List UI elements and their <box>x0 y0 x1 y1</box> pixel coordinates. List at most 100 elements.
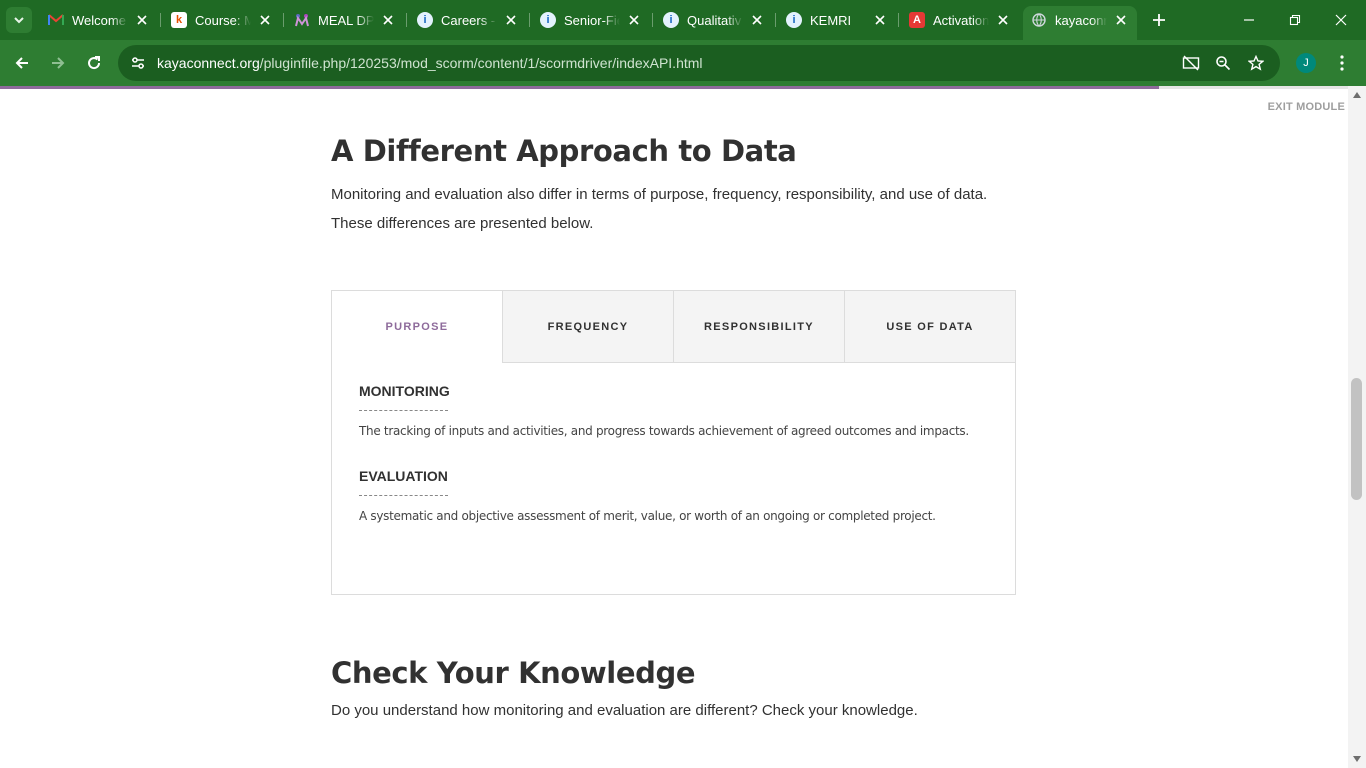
tab-use-of-data[interactable]: USE OF DATA <box>844 291 1015 363</box>
browser-toolbar: kayaconnect.org/pluginfile.php/120253/mo… <box>0 40 1366 86</box>
restore-button[interactable] <box>1272 0 1318 40</box>
scroll-thumb[interactable] <box>1351 378 1362 500</box>
kaya-icon: k <box>171 12 187 28</box>
browser-tab[interactable]: MEAL DPro <box>286 6 404 34</box>
camera-blocked-icon[interactable] <box>1179 51 1203 75</box>
tab-strip: Welcome k Course: M MEAL DPro i Careers … <box>0 0 1366 40</box>
browser-tab[interactable]: Welcome <box>40 6 158 34</box>
arrow-left-icon <box>15 57 28 69</box>
scroll-up-arrow-icon[interactable] <box>1353 92 1361 98</box>
address-bar[interactable]: kayaconnect.org/pluginfile.php/120253/mo… <box>118 45 1280 81</box>
scroll-down-arrow-icon[interactable] <box>1353 756 1361 762</box>
definition-entry: EVALUATION A systematic and objective as… <box>359 468 999 523</box>
reload-button[interactable] <box>79 48 109 78</box>
tab-title: Qualitativ <box>687 12 742 28</box>
bookmark-star-icon[interactable] <box>1244 51 1268 75</box>
url-path: /pluginfile.php/120253/mod_scorm/content… <box>259 55 703 71</box>
tab-title: kayaconn <box>1055 12 1107 28</box>
tab-separator <box>775 13 776 27</box>
url-text[interactable]: kayaconnect.org/pluginfile.php/120253/mo… <box>157 55 703 71</box>
info-icon: i <box>417 12 433 28</box>
tab-separator <box>529 13 530 27</box>
close-icon[interactable] <box>257 12 273 28</box>
chevron-down-icon <box>14 17 24 24</box>
tab-title: KEMRI <box>810 12 852 28</box>
new-tab-button[interactable] <box>1147 8 1171 32</box>
knowledge-title: Check Your Knowledge <box>331 656 696 690</box>
tab-responsibility[interactable]: RESPONSIBILITY <box>673 291 844 363</box>
more-vertical-icon <box>1340 55 1344 71</box>
tabs-interaction: PURPOSE FREQUENCY RESPONSIBILITY USE OF … <box>331 290 1016 595</box>
page-scrollbar[interactable] <box>1348 86 1366 768</box>
tab-title: Welcome <box>72 12 126 28</box>
tab-title: Activation <box>933 12 989 28</box>
tab-purpose[interactable]: PURPOSE <box>332 291 502 363</box>
gmail-icon <box>48 12 64 28</box>
arrow-right-icon <box>52 57 65 69</box>
term-heading: MONITORING <box>359 383 450 399</box>
browser-tab[interactable]: i Careers - <box>409 6 527 34</box>
tabs-header: PURPOSE FREQUENCY RESPONSIBILITY USE OF … <box>332 291 1015 363</box>
minimize-button[interactable] <box>1226 0 1272 40</box>
definition-entry: MONITORING The tracking of inputs and ac… <box>359 383 999 438</box>
browser-tab[interactable]: k Course: M <box>163 6 281 34</box>
info-icon: i <box>786 12 802 28</box>
meal-dpro-icon <box>294 12 310 28</box>
term-definition: The tracking of inputs and activities, a… <box>359 424 969 438</box>
browser-menu-button[interactable] <box>1330 50 1354 76</box>
close-icon <box>1335 14 1347 26</box>
browser-tab[interactable]: i KEMRI <box>778 6 896 34</box>
lesson-progress-fill <box>0 86 1160 89</box>
close-window-button[interactable] <box>1318 0 1364 40</box>
close-icon[interactable] <box>503 12 519 28</box>
forward-button[interactable] <box>43 48 73 78</box>
zoom-icon[interactable] <box>1211 51 1235 75</box>
intro-text: Monitoring and evaluation also differ in… <box>331 180 1011 238</box>
close-icon[interactable] <box>872 12 888 28</box>
section-title: A Different Approach to Data <box>331 134 797 168</box>
reload-icon <box>88 56 101 70</box>
tab-separator <box>160 13 161 27</box>
url-domain: kayaconnect.org <box>157 55 260 71</box>
browser-tab[interactable]: i Senior-Fie <box>532 6 650 34</box>
tab-separator <box>283 13 284 27</box>
tab-panel: MONITORING The tracking of inputs and ac… <box>359 383 999 523</box>
close-icon[interactable] <box>995 12 1011 28</box>
close-icon[interactable] <box>749 12 765 28</box>
site-info-icon[interactable] <box>126 51 150 75</box>
browser-tab[interactable]: A Activation <box>901 6 1019 34</box>
exit-module-button[interactable]: EXIT MODULE <box>1268 101 1345 113</box>
close-icon[interactable] <box>380 12 396 28</box>
divider <box>359 410 448 411</box>
info-icon: i <box>663 12 679 28</box>
term-definition: A systematic and objective assessment of… <box>359 509 936 523</box>
profile-avatar[interactable]: J <box>1296 53 1316 73</box>
globe-icon <box>1031 12 1047 28</box>
tab-separator <box>406 13 407 27</box>
tab-separator <box>898 13 899 27</box>
browser-tab[interactable]: i Qualitativ <box>655 6 773 34</box>
back-button[interactable] <box>7 48 37 78</box>
intro-line: Monitoring and evaluation also differ in… <box>331 186 988 203</box>
tab-frequency[interactable]: FREQUENCY <box>502 291 673 363</box>
lesson-progress-bar <box>0 86 1348 89</box>
close-icon[interactable] <box>1113 12 1129 28</box>
tab-search-button[interactable] <box>6 7 32 33</box>
tab-title: Careers - <box>441 12 496 28</box>
divider <box>359 495 448 496</box>
adobe-icon: A <box>909 12 925 28</box>
plus-icon <box>1153 14 1165 26</box>
term-heading: EVALUATION <box>359 468 448 484</box>
minimize-icon <box>1244 19 1254 21</box>
tab-separator <box>652 13 653 27</box>
intro-line: These differences are presented below. <box>331 215 594 232</box>
close-icon[interactable] <box>134 12 150 28</box>
restore-icon <box>1289 14 1301 26</box>
knowledge-text: Do you understand how monitoring and eva… <box>331 702 918 719</box>
tab-title: Senior-Fie <box>564 12 620 28</box>
close-icon[interactable] <box>626 12 642 28</box>
info-icon: i <box>540 12 556 28</box>
tab-title: MEAL DPro <box>318 12 374 28</box>
tab-title: Course: M <box>195 12 251 28</box>
browser-tab-active[interactable]: kayaconn <box>1023 6 1137 40</box>
